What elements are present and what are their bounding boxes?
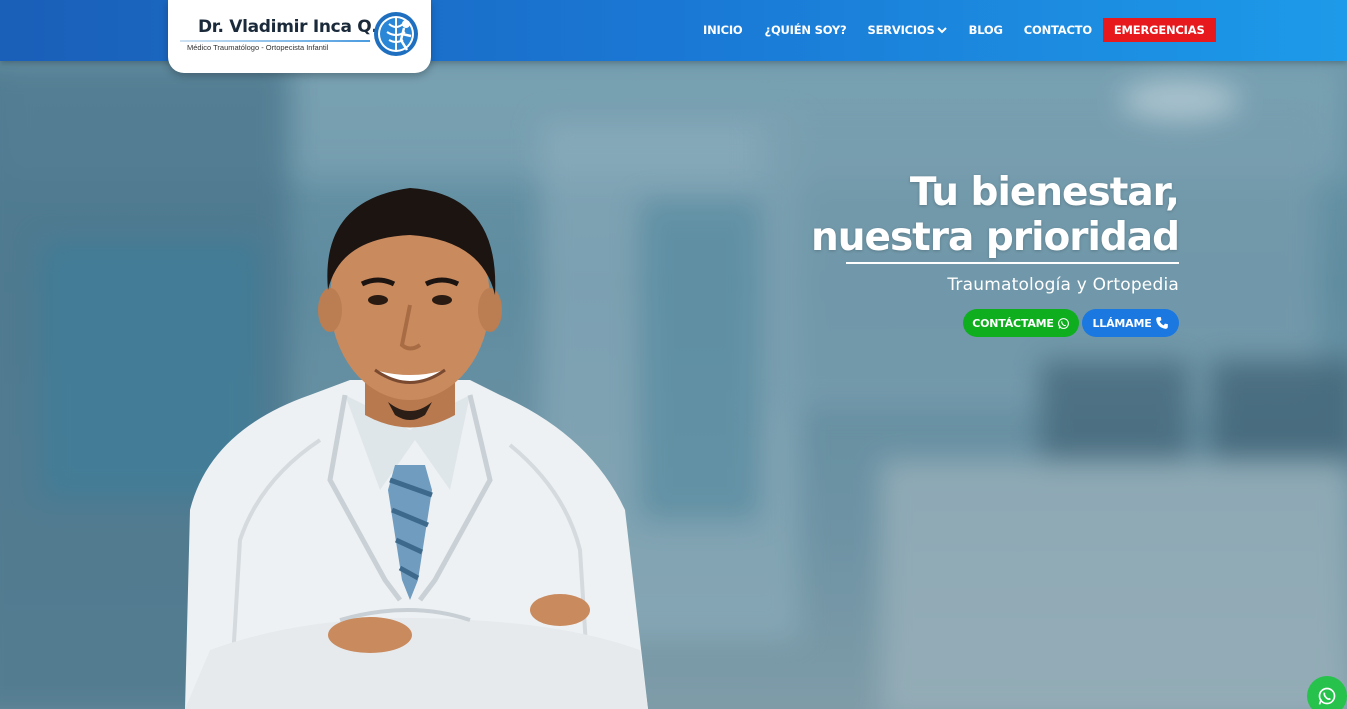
call-button-label: LLÁMAME (1092, 316, 1152, 330)
call-button[interactable]: LLÁMAME (1082, 309, 1179, 337)
whatsapp-float-button[interactable] (1307, 676, 1347, 709)
hero-subtitle: Traumatología y Ortopedia (947, 275, 1179, 295)
nav-servicios-label: SERVICIOS (867, 23, 935, 37)
whatsapp-icon (1318, 687, 1336, 705)
hero-heading-block: Tu bienestar, nuestra prioridad Traumato… (810, 170, 1180, 295)
hero-title-underline (846, 262, 1179, 264)
logo-name: Dr. Vladimir Inca Q. (198, 17, 378, 37)
contact-whatsapp-button[interactable]: CONTÁCTAME (963, 309, 1079, 337)
logo-subtitle: Médico Traumatólogo - Ortopecista Infant… (187, 43, 329, 52)
hero-cta-group: CONTÁCTAME LLÁMAME (963, 309, 1179, 337)
phone-icon (1155, 317, 1168, 329)
emergency-button[interactable]: EMERGENCIAS (1102, 18, 1216, 42)
whatsapp-icon (1057, 317, 1069, 329)
nav-contacto[interactable]: CONTACTO (1024, 23, 1092, 37)
doctor-photo (185, 188, 648, 709)
nav-inicio[interactable]: INICIO (703, 23, 743, 37)
nav-quien-soy[interactable]: ¿QUIÉN SOY? (764, 23, 846, 37)
logo[interactable]: Dr. Vladimir Inca Q. Médico Traumatólogo… (168, 0, 431, 73)
main-nav: INICIO ¿QUIÉN SOY? SERVICIOS BLOG CONTAC… (700, 18, 1216, 42)
hero-title-line2: nuestra prioridad (810, 215, 1180, 260)
nav-blog[interactable]: BLOG (969, 23, 1003, 37)
logo-underline (180, 40, 370, 42)
hero-title-line1: Tu bienestar, (909, 170, 1180, 215)
chevron-down-icon (936, 27, 947, 34)
doctor-emblem-icon (374, 12, 418, 56)
nav-servicios[interactable]: SERVICIOS (867, 23, 947, 37)
contact-button-label: CONTÁCTAME (972, 316, 1054, 330)
